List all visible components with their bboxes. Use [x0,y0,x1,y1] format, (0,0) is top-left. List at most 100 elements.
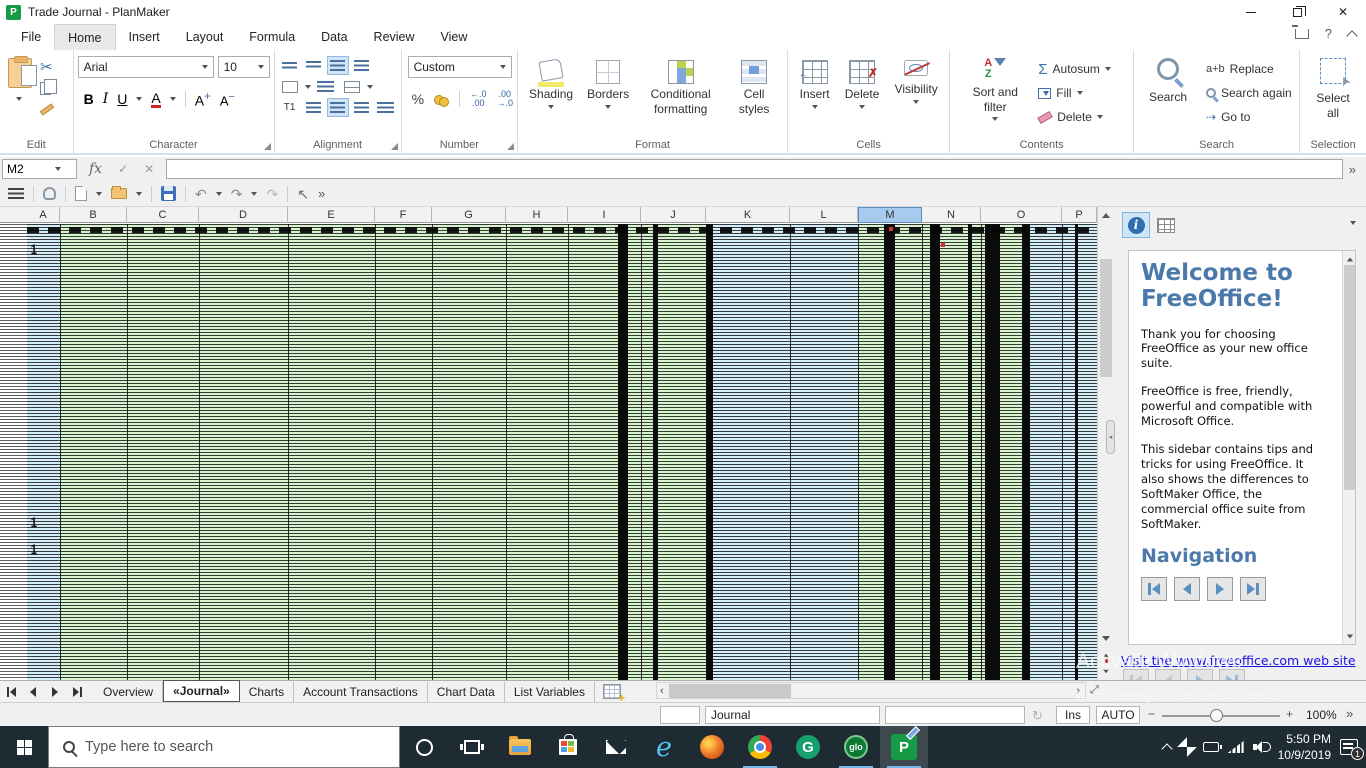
underline-button[interactable]: U [117,91,127,107]
close-button[interactable]: ✕ [1320,0,1366,24]
battery-icon[interactable] [1203,742,1219,752]
shrink-font-button[interactable]: A− [220,91,235,108]
save-button[interactable] [161,186,176,201]
dropbox-icon[interactable] [1177,737,1197,757]
shading-button[interactable]: Shading [522,58,580,137]
copy-button[interactable] [40,82,51,95]
taskbar-search[interactable] [48,726,400,768]
horizontal-scroll-thumb[interactable] [669,684,791,698]
search-again-button[interactable]: Search again [1206,84,1292,102]
delete-contents-button[interactable]: Delete [1038,108,1111,126]
column-header[interactable]: G [432,207,506,223]
internet-explorer-button[interactable]: e [640,726,688,768]
rotate-text-button[interactable]: T1 [279,98,301,117]
remove-decimal-button[interactable]: .00→.0 [497,90,514,108]
network-signal-icon[interactable] [1228,741,1244,753]
column-header[interactable]: D [199,207,288,223]
formula-bar-more-button[interactable]: » [1349,162,1356,177]
volume-icon[interactable] [1253,741,1269,753]
glo-button[interactable]: glo [832,726,880,768]
sidebar-tab-tips[interactable]: i [1122,212,1150,238]
zoom-out-button[interactable]: − [1148,707,1155,721]
microsoft-store-button[interactable] [544,726,592,768]
autosum-button[interactable]: ΣAutosum [1038,60,1111,78]
sidebar-scrollbar[interactable] [1342,251,1355,644]
nav-first-button[interactable] [1141,577,1167,601]
redo-dropdown[interactable] [251,192,257,196]
column-header[interactable]: F [375,207,432,223]
sheet-tab-list-variables[interactable]: List Variables [505,682,595,702]
borders-button[interactable]: Borders [580,58,636,137]
underline-dropdown[interactable] [136,97,142,101]
planmaker-taskbar-button[interactable]: P [880,726,928,768]
column-header[interactable]: J [641,207,706,223]
sheet-tab-overview[interactable]: Overview [94,682,163,702]
paste-button[interactable] [8,56,32,112]
search-button[interactable]: Search [1142,56,1194,137]
open-file-dropdown[interactable] [136,192,142,196]
cut-button[interactable]: ✂ [40,58,54,76]
font-color-dropdown[interactable] [170,97,176,101]
percent-format-button[interactable]: % [412,91,424,107]
align-left-button[interactable] [303,98,325,117]
column-header[interactable]: I [568,207,641,223]
sheet-tab-journal[interactable]: «Journal» [163,680,240,702]
nav-last-button[interactable] [1240,577,1266,601]
restore-button[interactable] [1274,0,1320,24]
undo-button[interactable]: ↶ [195,187,207,201]
cell-reference-box[interactable] [2,159,77,179]
distribute-vertical-button[interactable] [351,56,373,75]
nav-previous-button[interactable] [1174,577,1200,601]
delete-cells-button[interactable]: ✗ Delete [838,58,887,137]
firefox-button[interactable] [688,726,736,768]
repeat-button[interactable]: ↷ [266,187,278,201]
sidebar-scroll-down[interactable] [1343,628,1356,644]
replace-button[interactable]: a+bReplace [1206,60,1292,78]
justify-button[interactable] [375,98,397,117]
insert-cells-button[interactable]: ← Insert [793,58,837,137]
new-file-dropdown[interactable] [96,192,102,196]
formula-input[interactable] [166,159,1343,179]
column-header[interactable]: P [1062,207,1097,223]
sidebar-collapse-handle[interactable]: ◂ [1106,420,1115,454]
number-dialog-launcher[interactable] [507,143,514,150]
visibility-button[interactable]: Visibility [888,58,945,137]
help-icon[interactable]: ? [1325,26,1332,41]
hidden-icons-button[interactable] [1161,743,1172,754]
sidebar-tab-cells-icon[interactable] [1157,218,1175,233]
spreadsheet-grid[interactable]: 1 1 1 [0,224,1097,680]
taskbar-search-input[interactable] [85,739,355,755]
sidebar-scroll-thumb[interactable] [1344,265,1355,490]
character-dialog-launcher[interactable] [264,143,271,150]
column-header[interactable]: O [981,207,1062,223]
insert-mode-indicator[interactable]: Ins [1056,706,1090,724]
column-header[interactable]: A [27,207,60,223]
column-header[interactable]: L [790,207,858,223]
action-center-button[interactable]: 1 [1340,739,1358,755]
align-right-button[interactable] [351,98,373,117]
zoom-in-button[interactable]: + [1286,707,1293,721]
shop-cart-icon[interactable] [1295,29,1309,39]
font-color-button[interactable]: A [151,91,160,108]
merge-cells-dropdown[interactable] [367,85,373,89]
menu-insert[interactable]: Insert [116,24,173,50]
start-button[interactable] [0,726,48,768]
text-direction-button[interactable] [279,77,301,96]
italic-button[interactable]: I [103,91,109,107]
new-file-button[interactable] [75,186,87,201]
undo-dropdown[interactable] [216,192,222,196]
chrome-button[interactable] [736,726,784,768]
merge-cells-button[interactable] [341,77,363,96]
cell-styles-button[interactable]: Cell styles [725,58,783,137]
mail-button[interactable] [592,726,640,768]
menu-data[interactable]: Data [308,24,360,50]
grow-font-button[interactable]: A+ [195,90,211,109]
column-header-selected[interactable]: M [858,207,922,223]
fill-button[interactable]: Fill [1038,84,1111,102]
redo-button[interactable]: ↷ [231,187,243,201]
align-top-button[interactable] [279,56,301,75]
sheet-tab-charts[interactable]: Charts [240,682,294,702]
minimize-button[interactable] [1228,0,1274,24]
menu-home[interactable]: Home [54,24,115,50]
open-file-button[interactable] [111,188,127,199]
